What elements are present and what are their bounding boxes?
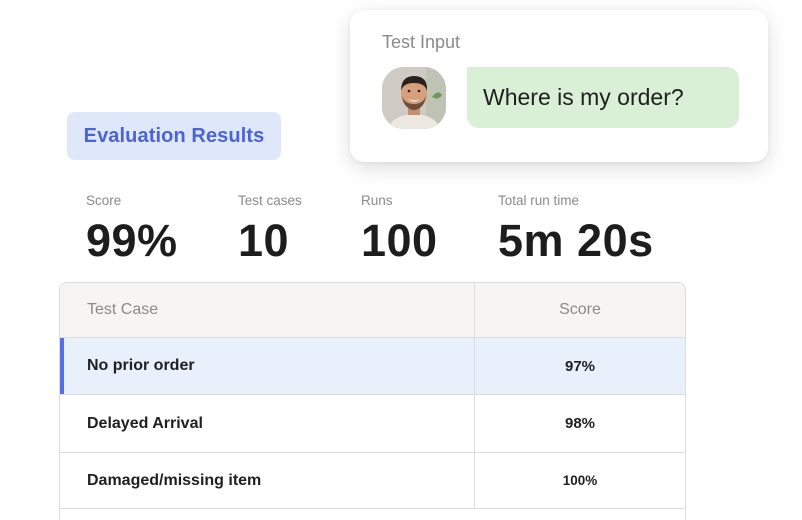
stat-runs: Runs 100 xyxy=(361,193,438,266)
message-bubble: Where is my order? xyxy=(467,67,739,128)
stat-runs-label: Runs xyxy=(361,193,393,208)
stat-total-run-time: Total run time 5m 20s xyxy=(498,193,654,266)
stat-total-run-time-label: Total run time xyxy=(498,193,580,208)
test-case-score: 98% xyxy=(564,415,596,432)
results-table: Test Case Score No prior order 97% Delay… xyxy=(59,282,686,520)
avatar-portrait xyxy=(382,67,446,129)
evaluation-page: Evaluation Results Score 99% Test cases … xyxy=(0,0,802,520)
table-row[interactable]: No prior order 97% xyxy=(60,338,685,395)
column-header-score[interactable]: Score xyxy=(475,283,685,337)
test-case-score: 100% xyxy=(562,473,598,488)
stat-score-label: Score xyxy=(86,193,122,208)
table-row[interactable]: Damaged/missing item 100% xyxy=(60,453,685,509)
stat-total-run-time-value: 5m 20s xyxy=(498,215,654,266)
column-header-test-case[interactable]: Test Case xyxy=(60,283,475,337)
stat-test-cases-label: Test cases xyxy=(238,193,302,208)
test-input-title: Test Input xyxy=(382,32,461,52)
test-input-card: Test Input Where is my order? xyxy=(350,10,768,162)
stat-score-value: 99% xyxy=(86,215,178,266)
table-header-row: Test Case Score xyxy=(60,283,685,338)
test-case-name: Damaged/missing item xyxy=(60,453,475,508)
person-avatar-icon xyxy=(382,67,446,129)
stat-runs-value: 100 xyxy=(361,215,438,266)
stat-test-cases: Test cases 10 xyxy=(238,193,302,266)
test-case-name: No prior order xyxy=(60,338,475,394)
test-case-score: 97% xyxy=(564,357,596,375)
table-row[interactable]: Delayed Arrival 98% xyxy=(60,395,685,453)
stat-score: Score 99% xyxy=(86,193,178,266)
test-case-name: Delayed Arrival xyxy=(60,395,475,452)
stat-test-cases-value: 10 xyxy=(238,215,290,266)
evaluation-results-tab[interactable]: Evaluation Results xyxy=(67,112,281,160)
